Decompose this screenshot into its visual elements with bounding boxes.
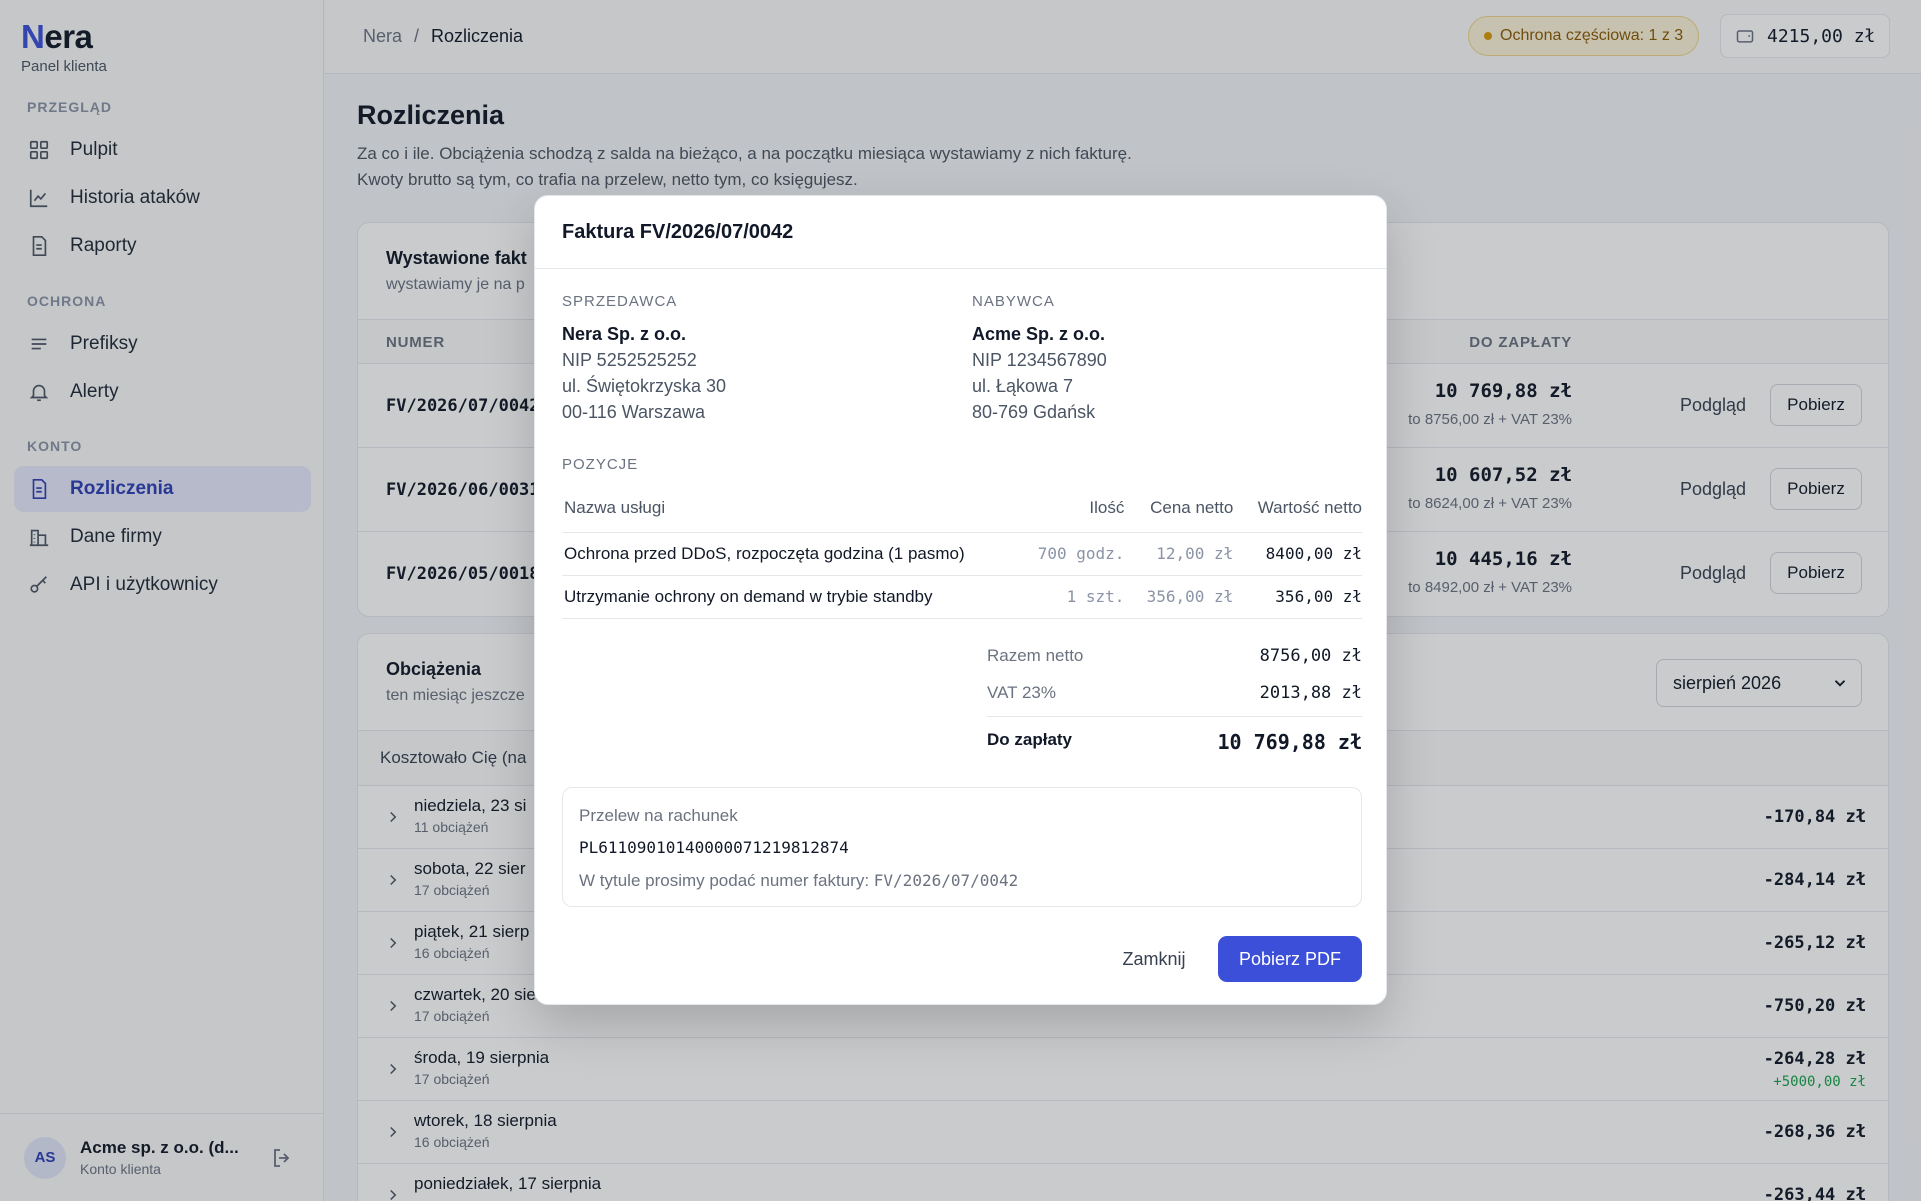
table-row: Ochrona przed DDoS, rozpoczęta godzina (… bbox=[562, 532, 1362, 576]
seller-street: ul. Świętokrzyska 30 bbox=[562, 376, 727, 396]
invoice-items-table: Nazwa usługi Ilość Cena netto Wartość ne… bbox=[562, 484, 1362, 619]
vat-value: 2013,88 zł bbox=[1259, 683, 1362, 703]
vat-row: VAT 23% 2013,88 zł bbox=[987, 683, 1362, 709]
seller-name: Nera Sp. z o.o. bbox=[562, 324, 687, 344]
item-price: 356,00 zł bbox=[1124, 575, 1234, 619]
bank-account-number[interactable]: PL61109010140000071219812874 bbox=[579, 838, 849, 857]
column-quantity: Ilość bbox=[1015, 484, 1125, 533]
total-net-value: 8756,00 zł bbox=[1259, 646, 1362, 666]
buyer-label: NABYWCA bbox=[972, 293, 1055, 310]
seller-label: SPRZEDAWCA bbox=[562, 293, 678, 310]
buyer-details: Acme Sp. z o.o. NIP 1234567890 ul. Łąkow… bbox=[972, 321, 1107, 425]
column-service-name: Nazwa usługi bbox=[562, 484, 1016, 533]
transfer-label: Przelew na rachunek bbox=[579, 806, 738, 825]
seller-details: Nera Sp. z o.o. NIP 5252525252 ul. Święt… bbox=[562, 321, 726, 425]
table-row: Utrzymanie ochrony on demand w trybie st… bbox=[562, 575, 1362, 619]
close-button[interactable]: Zamknij bbox=[1105, 936, 1203, 982]
vat-label: VAT 23% bbox=[987, 683, 1056, 702]
bank-transfer-box: Przelew na rachunek PL611090101400000712… bbox=[562, 787, 1362, 907]
amount-due-row: Do zapłaty 10 769,88 zł bbox=[987, 730, 1362, 756]
item-quantity: 700 godz. bbox=[1015, 532, 1125, 576]
amount-due-value: 10 769,88 zł bbox=[1217, 730, 1363, 754]
buyer-name: Acme Sp. z o.o. bbox=[972, 324, 1106, 344]
item-price: 12,00 zł bbox=[1124, 532, 1234, 576]
modal-title: Faktura FV/2026/07/0042 bbox=[562, 221, 794, 243]
item-quantity: 1 szt. bbox=[1015, 575, 1125, 619]
invoice-modal: Faktura FV/2026/07/0042 SPRZEDAWCA Nera … bbox=[534, 195, 1387, 1005]
seller-nip: NIP 5252525252 bbox=[562, 350, 697, 370]
transfer-note-invoice-number: FV/2026/07/0042 bbox=[873, 871, 1019, 890]
item-value: 356,00 zł bbox=[1233, 575, 1362, 619]
total-net-row: Razem netto 8756,00 zł bbox=[987, 646, 1362, 672]
modal-divider bbox=[535, 268, 1386, 269]
amount-due-label: Do zapłaty bbox=[987, 730, 1073, 749]
transfer-note: W tytule prosimy podać numer faktury: FV… bbox=[579, 871, 1019, 890]
column-net-value: Wartość netto bbox=[1233, 484, 1362, 533]
buyer-city: 80-769 Gdańsk bbox=[972, 402, 1096, 422]
item-value: 8400,00 zł bbox=[1233, 532, 1362, 576]
seller-city: 00-116 Warszawa bbox=[562, 402, 706, 422]
download-pdf-button[interactable]: Pobierz PDF bbox=[1218, 936, 1362, 982]
column-net-price: Cena netto bbox=[1124, 484, 1234, 533]
item-name: Utrzymanie ochrony on demand w trybie st… bbox=[562, 575, 1016, 619]
total-net-label: Razem netto bbox=[987, 646, 1084, 665]
buyer-nip: NIP 1234567890 bbox=[972, 350, 1107, 370]
table-header-row: Nazwa usługi Ilość Cena netto Wartość ne… bbox=[562, 484, 1362, 533]
buyer-street: ul. Łąkowa 7 bbox=[972, 376, 1074, 396]
totals-divider bbox=[987, 716, 1362, 717]
item-name: Ochrona przed DDoS, rozpoczęta godzina (… bbox=[562, 532, 1016, 576]
items-label: POZYCJE bbox=[562, 456, 639, 473]
